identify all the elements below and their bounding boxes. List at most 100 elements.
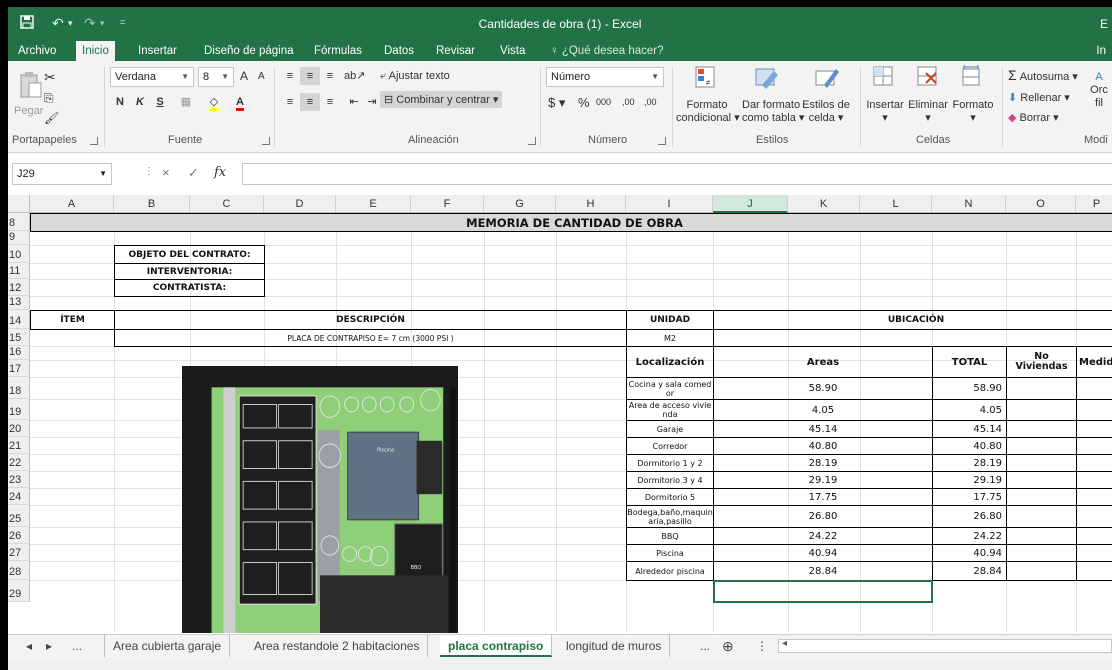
- medida-cell[interactable]: [1076, 437, 1112, 455]
- alignment-launcher-icon[interactable]: [528, 137, 536, 145]
- column-header-i[interactable]: I: [626, 195, 713, 213]
- row-header-27[interactable]: 27: [8, 544, 30, 561]
- tab-archivo[interactable]: Archivo: [12, 41, 62, 61]
- localizacion-cell[interactable]: Alrededor piscina: [626, 561, 714, 581]
- interventoria-label[interactable]: INTERVENTORIA:: [114, 263, 265, 280]
- row-header-22[interactable]: 22: [8, 454, 30, 471]
- area-cell[interactable]: 40.94: [713, 544, 933, 562]
- viviendas-cell[interactable]: [1006, 420, 1077, 438]
- bold-button[interactable]: N: [110, 93, 130, 111]
- name-box[interactable]: J29 ▼: [12, 163, 112, 185]
- tab-formulas[interactable]: Fórmulas: [308, 41, 368, 61]
- viviendas-cell[interactable]: [1006, 437, 1077, 455]
- tell-me-search[interactable]: ♀ ¿Qué desea hacer?: [544, 41, 669, 61]
- column-header-o[interactable]: O: [1006, 195, 1076, 213]
- column-header-e[interactable]: E: [336, 195, 411, 213]
- paste-button[interactable]: Pegar: [14, 105, 43, 117]
- medida-cell[interactable]: [1076, 420, 1112, 438]
- objeto-contrato-label[interactable]: OBJETO DEL CONTRATO:: [114, 245, 265, 264]
- format-cells-button[interactable]: Formato ▾: [950, 99, 996, 125]
- viviendas-cell[interactable]: [1006, 505, 1077, 528]
- column-header-b[interactable]: B: [114, 195, 190, 213]
- tab-insertar[interactable]: Insertar: [132, 41, 183, 61]
- sheet-tab-area-restandole[interactable]: Area restandole 2 habitaciones: [246, 635, 429, 657]
- prev-sheet-icon[interactable]: ◂: [26, 635, 32, 657]
- fill-color-icon[interactable]: ◇: [204, 93, 224, 111]
- unidad-header[interactable]: UNIDAD: [626, 310, 714, 330]
- area-cell[interactable]: 17.75: [713, 488, 933, 506]
- clear-button[interactable]: ◆ Borrar ▾: [1008, 111, 1059, 124]
- paste-icon[interactable]: [18, 71, 42, 98]
- cell-styles-icon[interactable]: [814, 65, 839, 89]
- localizacion-cell[interactable]: Corredor: [626, 437, 714, 455]
- localizacion-cell[interactable]: Piscina: [626, 544, 714, 562]
- row-header-15[interactable]: 15: [8, 329, 30, 346]
- copy-icon[interactable]: ⎘: [44, 91, 54, 106]
- area-cell[interactable]: 29.19: [713, 471, 933, 489]
- row-header-28[interactable]: 28: [8, 561, 30, 580]
- italic-button[interactable]: K: [130, 93, 150, 111]
- medida-cell[interactable]: [1076, 544, 1112, 562]
- medida-cell[interactable]: [1076, 561, 1112, 581]
- area-cell[interactable]: 28.19: [713, 454, 933, 472]
- align-center-icon[interactable]: ≡: [300, 93, 320, 111]
- item-header[interactable]: ÍTEM: [30, 310, 115, 330]
- medida-cell[interactable]: [1076, 454, 1112, 472]
- total-header[interactable]: TOTAL: [932, 346, 1007, 378]
- formula-input[interactable]: [242, 163, 1112, 185]
- viviendas-cell[interactable]: [1006, 561, 1077, 581]
- font-size-select[interactable]: 8 ▼: [198, 67, 234, 87]
- total-cell[interactable]: 28.19: [932, 454, 1007, 472]
- fill-button[interactable]: ⬇ Rellenar ▾: [1008, 91, 1070, 104]
- column-header-g[interactable]: G: [484, 195, 556, 213]
- decrease-decimal-button[interactable]: ,00: [644, 97, 657, 107]
- column-header-j[interactable]: J: [713, 195, 788, 213]
- viviendas-cell[interactable]: [1006, 399, 1077, 421]
- conditional-format-button[interactable]: Formato condicional ▾: [676, 99, 740, 125]
- tab-inicio[interactable]: Inicio: [76, 41, 115, 61]
- area-cell[interactable]: 28.84: [713, 561, 933, 581]
- format-cells-icon[interactable]: [960, 65, 984, 89]
- format-as-table-icon[interactable]: [754, 65, 778, 89]
- viviendas-header[interactable]: No Viviendas: [1006, 346, 1077, 378]
- localizacion-cell[interactable]: Bodega,baño,maquinaria,pasillo: [626, 505, 714, 528]
- insert-function-icon[interactable]: fx: [214, 165, 226, 180]
- column-header-p[interactable]: P: [1076, 195, 1112, 213]
- wrap-text-button[interactable]: ⤶ Ajustar texto: [380, 70, 450, 83]
- row-header-19[interactable]: 19: [8, 399, 30, 420]
- grow-font-button[interactable]: A: [240, 69, 248, 83]
- area-cell[interactable]: 24.22: [713, 527, 933, 545]
- medida-cell[interactable]: [1076, 505, 1112, 528]
- sheet-tab-longitud-muros[interactable]: longitud de muros: [558, 635, 671, 657]
- enter-icon[interactable]: ✓: [188, 165, 199, 181]
- row-header-25[interactable]: 25: [8, 505, 30, 527]
- next-sheet-icon[interactable]: ▸: [46, 635, 52, 657]
- localizacion-cell[interactable]: Dormitorio 3 y 4: [626, 471, 714, 489]
- total-cell[interactable]: 17.75: [932, 488, 1007, 506]
- delete-cells-icon[interactable]: [916, 65, 940, 89]
- align-right-icon[interactable]: ≡: [320, 93, 340, 111]
- percent-button[interactable]: %: [578, 95, 590, 110]
- row-header-24[interactable]: 24: [8, 488, 30, 505]
- format-as-table-button[interactable]: Dar formato como tabla ▾: [742, 99, 804, 125]
- column-header-d[interactable]: D: [264, 195, 336, 213]
- column-header-f[interactable]: F: [411, 195, 484, 213]
- delete-cells-button[interactable]: Eliminar ▾: [906, 99, 950, 125]
- localizacion-cell[interactable]: Area de acceso vivienda: [626, 399, 714, 421]
- area-cell[interactable]: 4.05: [713, 399, 933, 421]
- sheet-title-cell[interactable]: MEMORIA DE CANTIDAD DE OBRA: [30, 213, 1112, 232]
- align-middle-icon[interactable]: ≡: [300, 67, 320, 85]
- sheet-tab-area-cubierta-garaje[interactable]: Area cubierta garaje: [104, 635, 231, 657]
- row-header-17[interactable]: 17: [8, 360, 30, 377]
- cut-icon[interactable]: ✂: [44, 69, 56, 86]
- spreadsheet-grid[interactable]: ABCDEFGHIJKLNOP 8 9 10 11 12 13 14 15 16 17 18 19 20…: [8, 195, 1112, 633]
- area-cell[interactable]: 45.14: [713, 420, 933, 438]
- insert-cells-button[interactable]: Insertar ▾: [864, 99, 906, 125]
- column-header-n[interactable]: N: [932, 195, 1006, 213]
- align-bottom-icon[interactable]: ≡: [320, 67, 340, 85]
- total-cell[interactable]: 45.14: [932, 420, 1007, 438]
- viviendas-cell[interactable]: [1006, 454, 1077, 472]
- increase-decimal-button[interactable]: ,00: [622, 97, 635, 107]
- cell-styles-button[interactable]: Estilos de celda ▾: [800, 99, 852, 125]
- row-header-23[interactable]: 23: [8, 471, 30, 488]
